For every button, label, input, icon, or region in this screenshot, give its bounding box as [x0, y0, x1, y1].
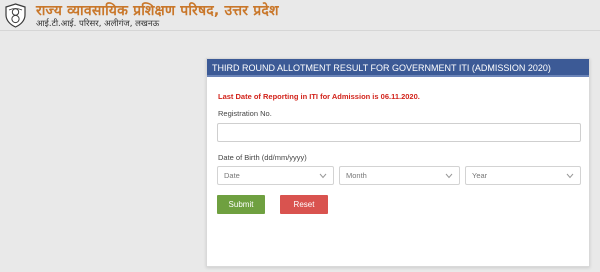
month-select[interactable]: Month [339, 166, 460, 185]
reset-button[interactable]: Reset [280, 195, 328, 214]
date-select[interactable]: Date [217, 166, 334, 185]
emblem-logo-icon [5, 3, 26, 28]
chevron-down-icon [445, 173, 453, 179]
year-select[interactable]: Year [465, 166, 581, 185]
chevron-down-icon [566, 173, 574, 179]
reporting-notice: Last Date of Reporting in ITI for Admiss… [218, 92, 420, 101]
site-header: राज्य व्यावसायिक प्रशिक्षण परिषद, उत्तर … [0, 0, 600, 31]
submit-button[interactable]: Submit [217, 195, 265, 214]
registration-input[interactable] [217, 123, 581, 142]
result-form-card: THIRD ROUND ALLOTMENT RESULT FOR GOVERNM… [206, 58, 590, 267]
date-select-value: Date [224, 171, 240, 180]
card-title: THIRD ROUND ALLOTMENT RESULT FOR GOVERNM… [207, 59, 589, 77]
org-address: आई.टी.आई. परिसर, अलीगंज, लखनऊ [36, 19, 160, 29]
dob-label: Date of Birth (dd/mm/yyyy) [218, 153, 307, 162]
year-select-value: Year [472, 171, 488, 180]
chevron-down-icon [319, 173, 327, 179]
month-select-value: Month [346, 171, 367, 180]
registration-label: Registration No. [218, 109, 272, 118]
